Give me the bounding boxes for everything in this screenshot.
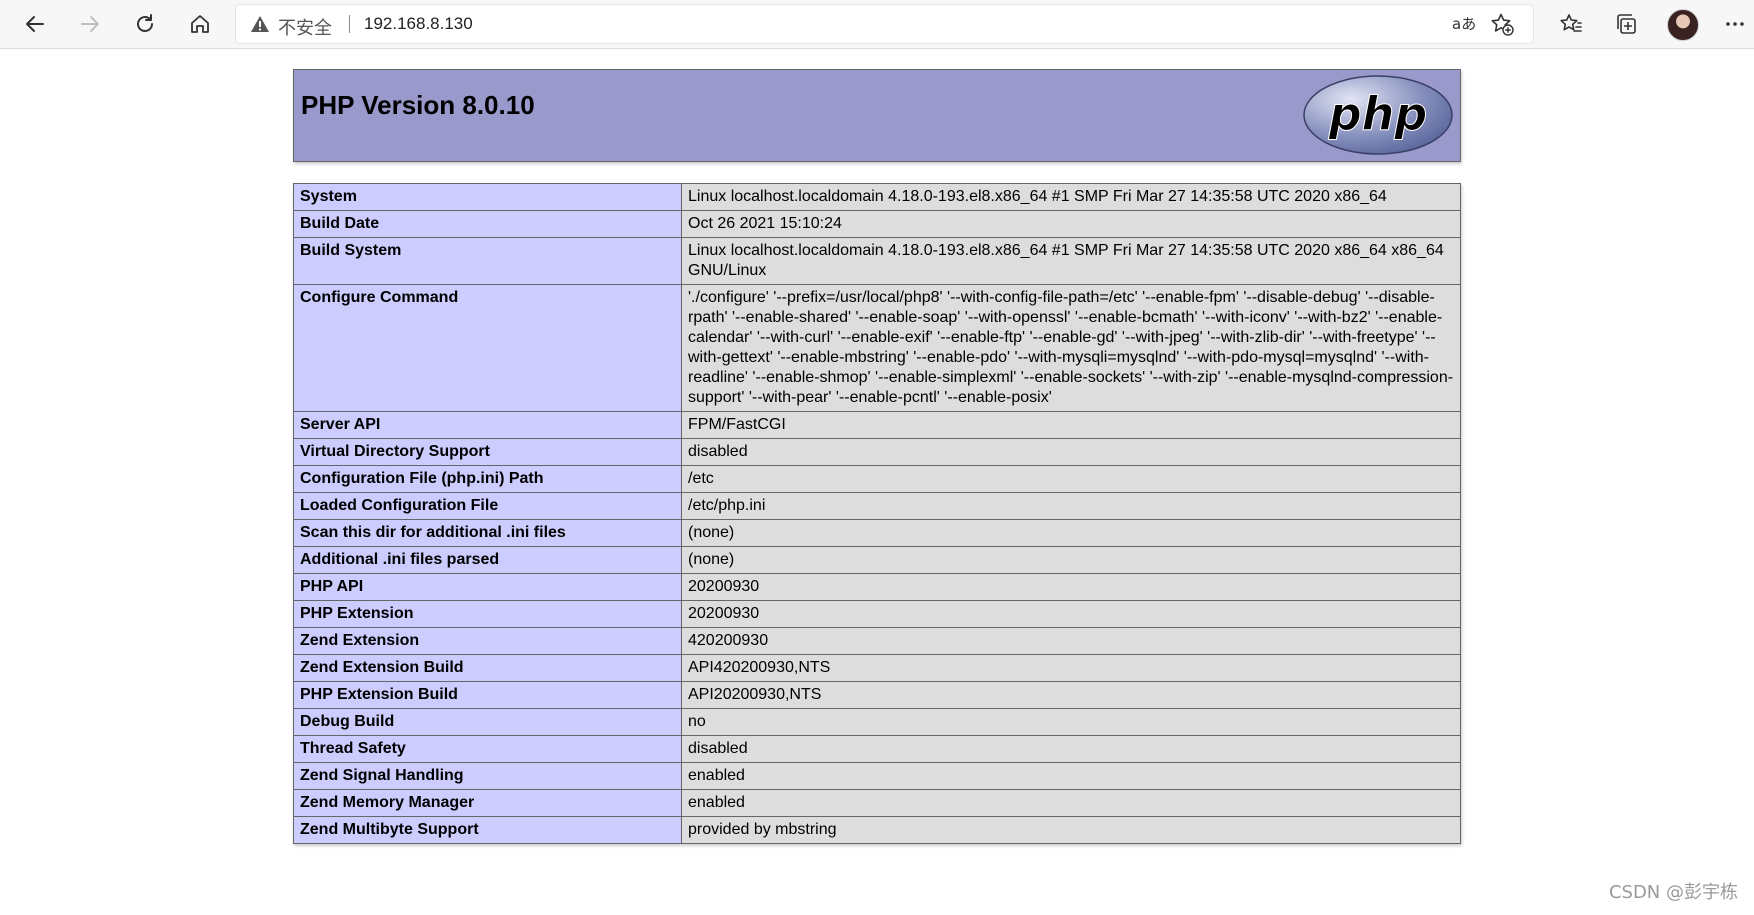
favorites-button[interactable] [1554,7,1588,41]
row-value: provided by mbstring [681,816,1461,844]
table-row: Zend Signal Handling enabled [293,762,1461,790]
row-key: Zend Signal Handling [293,762,682,790]
insecure-label[interactable]: 不安全 [278,14,332,40]
row-key: Build Date [293,210,682,238]
row-key: Virtual Directory Support [293,438,682,466]
table-row: Configure Command './configure' '--prefix… [293,284,1461,412]
csdn-watermark: CSDN @彭宇栋 [1608,882,1738,903]
add-favorite-icon[interactable] [1490,12,1514,41]
more-dots-icon [1725,21,1745,27]
row-key: Scan this dir for additional .ini files [293,519,682,547]
table-row: Build Date Oct 26 2021 15:10:24 [293,210,1461,238]
back-button[interactable] [18,7,52,41]
row-key: PHP API [293,573,682,601]
row-key: Debug Build [293,708,682,736]
table-row: PHP Extension Build API20200930,NTS [293,681,1461,709]
php-info-table: System Linux localhost.localdomain 4.18.0… [293,183,1461,844]
row-value: 20200930 [681,600,1461,628]
row-value: Oct 26 2021 15:10:24 [681,210,1461,238]
row-value: (none) [681,546,1461,574]
row-value: FPM/FastCGI [681,411,1461,439]
favorites-star-icon [1559,12,1583,36]
refresh-icon [134,13,156,35]
url-text[interactable]: 192.168.8.130 [364,14,473,34]
row-value: 20200930 [681,573,1461,601]
table-row: System Linux localhost.localdomain 4.18.0… [293,183,1461,211]
forward-button[interactable] [73,7,107,41]
row-key: Thread Safety [293,735,682,763]
row-value: Linux localhost.localdomain 4.18.0-193.e… [681,183,1461,211]
row-value: /etc [681,465,1461,493]
table-row: Zend Memory Manager enabled [293,789,1461,817]
svg-text:php: php [1328,87,1428,141]
warning-icon[interactable] [250,15,270,38]
row-value: API20200930,NTS [681,681,1461,709]
table-row: Configuration File (php.ini) Path/etc [293,465,1461,493]
row-value: Linux localhost.localdomain 4.18.0-193.e… [681,237,1461,285]
address-separator [349,15,350,33]
row-key: Zend Extension Build [293,654,682,682]
more-menu-button[interactable] [1718,7,1752,41]
home-icon [189,13,211,35]
row-key: Additional .ini files parsed [293,546,682,574]
php-logo: php [1302,74,1454,161]
row-key: Server API [293,411,682,439]
php-version-header: PHP Version 8.0.10 php [293,69,1461,162]
table-row: Zend Extension Build API420200930,NTS [293,654,1461,682]
row-value: no [681,708,1461,736]
row-value: disabled [681,735,1461,763]
row-key: Loaded Configuration File [293,492,682,520]
row-value: enabled [681,789,1461,817]
row-value: enabled [681,762,1461,790]
profile-avatar[interactable] [1667,9,1699,41]
table-row: PHP Extension 20200930 [293,600,1461,628]
row-key: System [293,183,682,211]
table-row: Scan this dir for additional .ini files(… [293,519,1461,547]
collections-icon [1614,12,1638,36]
refresh-button[interactable] [128,7,162,41]
table-row: Additional .ini files parsed (none) [293,546,1461,574]
row-key: Configure Command [293,284,682,412]
back-arrow-icon [24,13,46,35]
row-value: /etc/php.ini [681,492,1461,520]
table-row: Server API FPM/FastCGI [293,411,1461,439]
table-row: Loaded Configuration File/etc/php.ini [293,492,1461,520]
address-bar[interactable]: 不安全 192.168.8.130 aあ [236,5,1533,43]
row-key: Zend Extension [293,627,682,655]
table-row: Build System Linux localhost.localdomain … [293,237,1461,285]
table-row: Zend Extension 420200930 [293,627,1461,655]
row-value: (none) [681,519,1461,547]
row-key: Zend Memory Manager [293,789,682,817]
row-value: './configure' '--prefix=/usr/local/php8'… [681,284,1461,412]
table-row: Zend Multibyte Support provided by mbstri… [293,816,1461,844]
browser-toolbar: 不安全 192.168.8.130 aあ [0,0,1754,49]
phpinfo-container: PHP Version 8.0.10 php System Linux local… [293,69,1461,844]
row-key: PHP Extension [293,600,682,628]
table-row: Thread Safety disabled [293,735,1461,763]
row-value: disabled [681,438,1461,466]
row-value: API420200930,NTS [681,654,1461,682]
row-key: Configuration File (php.ini) Path [293,465,682,493]
row-key: Build System [293,237,682,285]
table-row: Virtual Directory Support disabled [293,438,1461,466]
table-row: PHP API 20200930 [293,573,1461,601]
row-key: PHP Extension Build [293,681,682,709]
row-value: 420200930 [681,627,1461,655]
forward-arrow-icon [79,13,101,35]
row-key: Zend Multibyte Support [293,816,682,844]
page-title: PHP Version 8.0.10 [301,90,535,120]
collections-button[interactable] [1609,7,1643,41]
table-row: Debug Build no [293,708,1461,736]
home-button[interactable] [183,7,217,41]
read-aloud-button[interactable]: aあ [1452,13,1476,34]
